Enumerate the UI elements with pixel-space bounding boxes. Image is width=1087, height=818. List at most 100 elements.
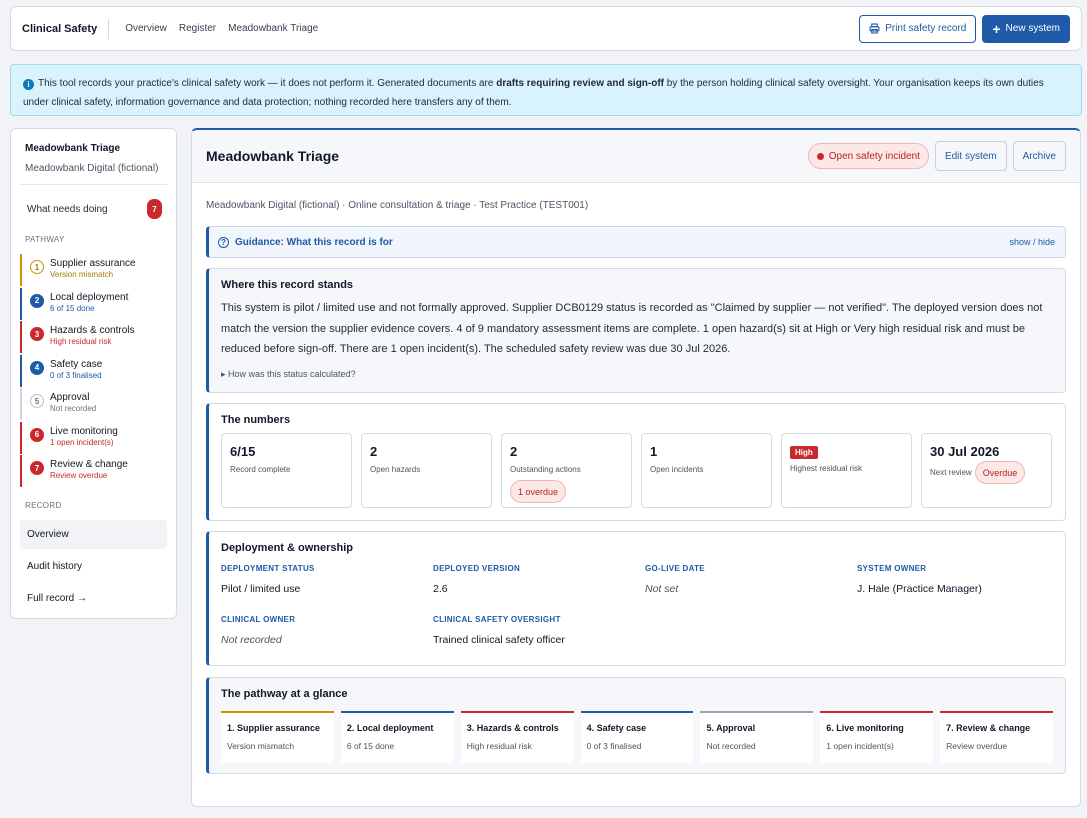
pathway-card-live-monitoring[interactable]: 6. Live monitoring 1 open incident(s): [820, 711, 934, 763]
pathway-card-safety-case[interactable]: 4. Safety case 0 of 3 finalised: [580, 711, 694, 763]
card-open-incidents: 1 Open incidents: [641, 433, 772, 508]
pathway-card-title: 7. Review & change: [946, 723, 1031, 733]
sidebar-step-hazards-controls[interactable]: 3 Hazards & controls High residual risk: [20, 321, 167, 353]
pathway-card-approval[interactable]: 5. Approval Not recorded: [700, 711, 814, 763]
printer-icon: [869, 23, 880, 34]
sidebar-step-safety-case[interactable]: 4 Safety case 0 of 3 finalised: [20, 354, 167, 387]
sidebar-link-overview[interactable]: Overview: [20, 520, 167, 549]
pathway-card-title: 1. Supplier assurance: [227, 723, 321, 733]
step-status: 0 of 3 finalised: [50, 370, 102, 380]
step-status: Version mismatch: [50, 270, 114, 279]
pathway-cards: 1. Supplier assurance Version mismatch 2.…: [221, 711, 1054, 763]
step-label: Supplier assurance: [50, 258, 136, 269]
step-label: Safety case: [50, 358, 103, 370]
new-system-label: New system: [1005, 23, 1060, 34]
sidebar: Meadowbank Triage Meadowbank Digital (fi…: [10, 128, 177, 619]
status-calculation-toggle[interactable]: ▸ How was this status calculated?: [221, 369, 1053, 380]
plus-icon: +: [992, 20, 1001, 37]
field-value: 2.6: [433, 583, 448, 595]
sidebar-system-title: Meadowbank Triage: [25, 143, 121, 154]
pathway-card-title: 2. Local deployment: [346, 723, 434, 733]
main-header: Meadowbank Triage Open safety incident E…: [192, 130, 1080, 183]
notice-bold: drafts requiring review and sign-off: [496, 78, 665, 89]
pathway-card-status: 0 of 3 finalised: [586, 741, 642, 751]
pathway-card-hazards-controls[interactable]: 3. Hazards & controls High residual risk: [460, 711, 574, 763]
card-label: Outstanding actions: [510, 465, 581, 474]
card-value: 1: [650, 444, 658, 459]
system-meta: Meadowbank Digital (fictional) · Online …: [206, 200, 589, 211]
field-go-live-date: GO-LIVE DATE Not set: [645, 564, 857, 615]
needs-count-badge: 7: [147, 199, 162, 219]
brand[interactable]: Clinical Safety: [22, 18, 110, 39]
archive-button[interactable]: Archive: [1012, 141, 1066, 171]
sidebar-step-review-change[interactable]: 7 Review & change Review overdue: [20, 455, 167, 487]
pathway-card-title: 6. Live monitoring: [826, 723, 904, 733]
field-deployed-version: DEPLOYED VERSION 2.6: [433, 564, 645, 615]
pathway-card-title: 3. Hazards & controls: [466, 723, 559, 733]
card-label: Highest residual risk: [790, 464, 863, 473]
card-label: Open hazards: [370, 465, 421, 474]
step-number: 6: [30, 427, 44, 442]
pathway-heading: PATHWAY: [25, 235, 65, 244]
record-heading: RECORD: [25, 501, 62, 510]
sidebar-link-audit-history[interactable]: Audit history: [20, 552, 167, 581]
overdue-actions-pill: 1 overdue: [510, 480, 567, 503]
sidebar-step-live-monitoring[interactable]: 6 Live monitoring 1 open incident(s): [20, 421, 167, 454]
main-panel: Meadowbank Triage Open safety incident E…: [191, 128, 1081, 807]
sidebar-link-full-record[interactable]: Full record →: [20, 584, 167, 613]
open-incident-pill[interactable]: Open safety incident: [807, 143, 929, 169]
step-status: High residual risk: [50, 337, 112, 346]
field-label: SYSTEM OWNER: [857, 564, 927, 573]
top-nav: Overview Register Meadowbank Triage: [125, 23, 318, 34]
step-label: Local deployment: [50, 291, 129, 303]
pathway-card-status: 1 open incident(s): [826, 741, 894, 751]
step-label: Approval: [50, 392, 90, 403]
guidance-toggle-bar[interactable]: ? Guidance: What this record is for show…: [206, 226, 1066, 258]
step-label: Review & change: [50, 459, 128, 470]
step-status: 6 of 15 done: [50, 303, 95, 313]
step-status: Not recorded: [50, 404, 97, 413]
field-value: J. Hale (Practice Manager): [857, 583, 982, 595]
review-overdue-pill: Overdue: [974, 461, 1026, 484]
incident-dot-icon: [816, 152, 824, 160]
step-label: Hazards & controls: [50, 325, 135, 336]
step-status: 1 open incident(s): [50, 437, 114, 447]
nav-register[interactable]: Register: [179, 23, 216, 34]
disclaimer-notice: i This tool records your practice's clini…: [10, 64, 1082, 116]
new-system-button[interactable]: + New system: [982, 14, 1070, 43]
card-label: Open incidents: [650, 465, 704, 474]
card-open-hazards: 2 Open hazards: [361, 433, 492, 508]
card-highest-residual-risk: High Highest residual risk: [781, 433, 912, 508]
card-label: Next review: [930, 468, 972, 477]
pathway-card-local-deployment[interactable]: 2. Local deployment 6 of 15 done: [340, 711, 454, 763]
pathway-card-title: 4. Safety case: [586, 723, 647, 733]
numbers-cards: 6/15 Record complete 2 Open hazards 2 Ou…: [221, 433, 1053, 508]
edit-system-button[interactable]: Edit system: [934, 141, 1007, 171]
pathway-card-status: High residual risk: [466, 741, 532, 751]
card-value: 30 Jul 2026: [930, 444, 1000, 459]
pathway-card-supplier-assurance[interactable]: 1. Supplier assurance Version mismatch: [221, 711, 334, 763]
field-system-owner: SYSTEM OWNER J. Hale (Practice Manager): [857, 564, 1057, 615]
sidebar-step-supplier-assurance[interactable]: 1 Supplier assurance Version mismatch: [20, 254, 167, 286]
card-label: Record complete: [230, 465, 291, 474]
sidebar-step-local-deployment[interactable]: 2 Local deployment 6 of 15 done: [20, 287, 167, 320]
main-actions: Open safety incident Edit system Archive: [807, 141, 1066, 171]
nav-overview[interactable]: Overview: [125, 23, 167, 34]
deployment-ownership-panel: Deployment & ownership DEPLOYMENT STATUS…: [206, 531, 1066, 666]
pathway-glance-heading: The pathway at a glance: [221, 688, 348, 700]
guidance-show-hide[interactable]: show / hide: [1009, 237, 1055, 247]
info-icon: i: [23, 79, 34, 90]
pathway-glance-panel: The pathway at a glance 1. Supplier assu…: [206, 677, 1066, 774]
deployment-heading: Deployment & ownership: [221, 542, 354, 554]
sidebar-step-approval[interactable]: 5 Approval Not recorded: [20, 388, 167, 420]
step-status: Review overdue: [50, 471, 108, 480]
step-number: 2: [30, 293, 44, 308]
card-value: 6/15: [230, 444, 256, 459]
print-safety-record-button[interactable]: Print safety record: [859, 14, 977, 43]
pathway-card-review-change[interactable]: 7. Review & change Review overdue: [940, 711, 1054, 763]
pathway-card-status: Version mismatch: [227, 741, 295, 751]
sidebar-what-needs-doing[interactable]: What needs doing 7: [20, 184, 167, 219]
nav-current-system[interactable]: Meadowbank Triage: [228, 23, 318, 34]
print-label: Print safety record: [885, 23, 967, 34]
sidebar-supplier: Meadowbank Digital (fictional): [25, 163, 159, 174]
